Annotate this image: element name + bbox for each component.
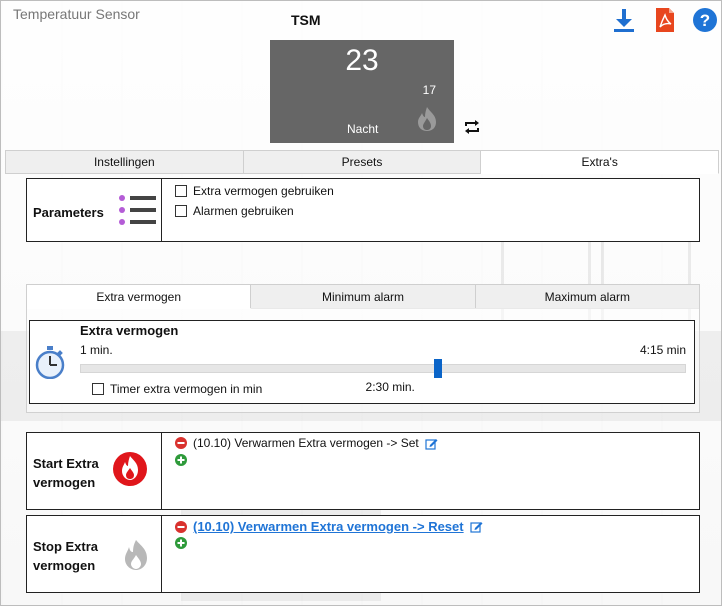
parameters-panel: Parameters Extra vermogen gebruiken Alar…	[26, 178, 700, 242]
slider-current-label: 2:30 min.	[365, 380, 415, 394]
duration-slider-track[interactable]	[80, 364, 686, 373]
tab-extras[interactable]: Extra's	[481, 150, 720, 174]
option-alarmen-label: Alarmen gebruiken	[193, 204, 294, 218]
device-tile[interactable]: 23 17 Nacht	[270, 40, 454, 143]
timer-option-label: Timer extra vermogen in min	[110, 382, 263, 396]
start-action-text[interactable]: (10.10) Verwarmen Extra vermogen -> Set	[193, 436, 419, 450]
window: Temperatuur Sensor TSM ? 23 17 Nacht Ins…	[0, 0, 722, 606]
download-icon[interactable]	[611, 7, 637, 33]
help-icon[interactable]: ?	[692, 7, 718, 33]
flame-grey-icon	[125, 540, 147, 570]
slider-max-label: 4:15 min	[639, 343, 686, 357]
stopwatch-icon	[35, 346, 65, 379]
start-extra-label: Start Extra vermogen	[33, 454, 99, 492]
subtab-extra-vermogen[interactable]: Extra vermogen	[26, 284, 252, 309]
setpoint-value: 17	[422, 83, 436, 97]
stop-add-row	[175, 537, 187, 552]
list-icon	[119, 195, 156, 225]
stop-extra-label-line1: Stop Extra	[33, 539, 99, 554]
add-action-icon[interactable]	[175, 454, 187, 466]
tab-instellingen[interactable]: Instellingen	[5, 150, 244, 174]
subtab-minimum-alarm[interactable]: Minimum alarm	[251, 284, 476, 309]
flame-red-icon	[113, 452, 147, 486]
checkbox-timer[interactable]	[92, 383, 104, 395]
option-extra-vermogen[interactable]: Extra vermogen gebruiken	[175, 184, 334, 198]
remove-action-icon[interactable]	[175, 520, 187, 533]
timer-option[interactable]: Timer extra vermogen in min	[92, 382, 262, 396]
start-extra-label-line2: vermogen	[33, 475, 96, 490]
window-title: Temperatuur Sensor	[13, 6, 140, 22]
stop-extra-header: Stop Extra vermogen	[27, 516, 162, 592]
extra-vermogen-panel: Extra vermogen 1 min. 4:15 min 2:30 min.…	[29, 320, 695, 404]
start-add-row	[175, 454, 187, 469]
checkbox-alarmen[interactable]	[175, 205, 187, 217]
start-action-row: (10.10) Verwarmen Extra vermogen -> Set	[175, 436, 438, 450]
tab-presets[interactable]: Presets	[243, 150, 482, 174]
start-extra-panel: Start Extra vermogen (10.10) Verwarmen E…	[26, 432, 700, 510]
pdf-icon[interactable]	[652, 7, 678, 33]
stop-extra-label: Stop Extra vermogen	[33, 537, 98, 575]
stop-action-row: (10.10) Verwarmen Extra vermogen -> Rese…	[175, 519, 483, 534]
stop-extra-label-line2: vermogen	[33, 558, 96, 573]
duration-slider-thumb[interactable]	[433, 359, 442, 378]
extra-vermogen-title: Extra vermogen	[80, 323, 179, 338]
device-name: TSM	[291, 12, 321, 28]
svg-text:?: ?	[700, 11, 710, 30]
option-extra-vermogen-label: Extra vermogen gebruiken	[193, 184, 334, 198]
checkbox-extra-vermogen[interactable]	[175, 185, 187, 197]
refresh-icon[interactable]	[463, 119, 481, 135]
start-extra-label-line1: Start Extra	[33, 456, 99, 471]
subtab-maximum-alarm[interactable]: Maximum alarm	[475, 284, 700, 309]
stop-extra-panel: Stop Extra vermogen (10.10) Verwarmen Ex…	[26, 515, 700, 593]
edit-icon[interactable]	[470, 520, 483, 533]
temperature-value: 23	[345, 44, 379, 77]
add-action-icon[interactable]	[175, 537, 187, 549]
main-tabs: Instellingen Presets Extra's	[5, 150, 720, 174]
parameters-header: Parameters	[27, 179, 162, 241]
stop-action-link[interactable]: (10.10) Verwarmen Extra vermogen -> Rese…	[193, 519, 464, 534]
sub-tabs: Extra vermogen Minimum alarm Maximum ala…	[26, 284, 700, 309]
mode-label: Nacht	[347, 122, 379, 136]
slider-min-label: 1 min.	[80, 343, 113, 357]
edit-icon[interactable]	[425, 437, 438, 450]
option-alarmen[interactable]: Alarmen gebruiken	[175, 204, 294, 218]
remove-action-icon[interactable]	[175, 437, 187, 449]
start-extra-header: Start Extra vermogen	[27, 433, 162, 509]
flame-icon	[418, 107, 436, 131]
parameters-label: Parameters	[33, 205, 104, 220]
